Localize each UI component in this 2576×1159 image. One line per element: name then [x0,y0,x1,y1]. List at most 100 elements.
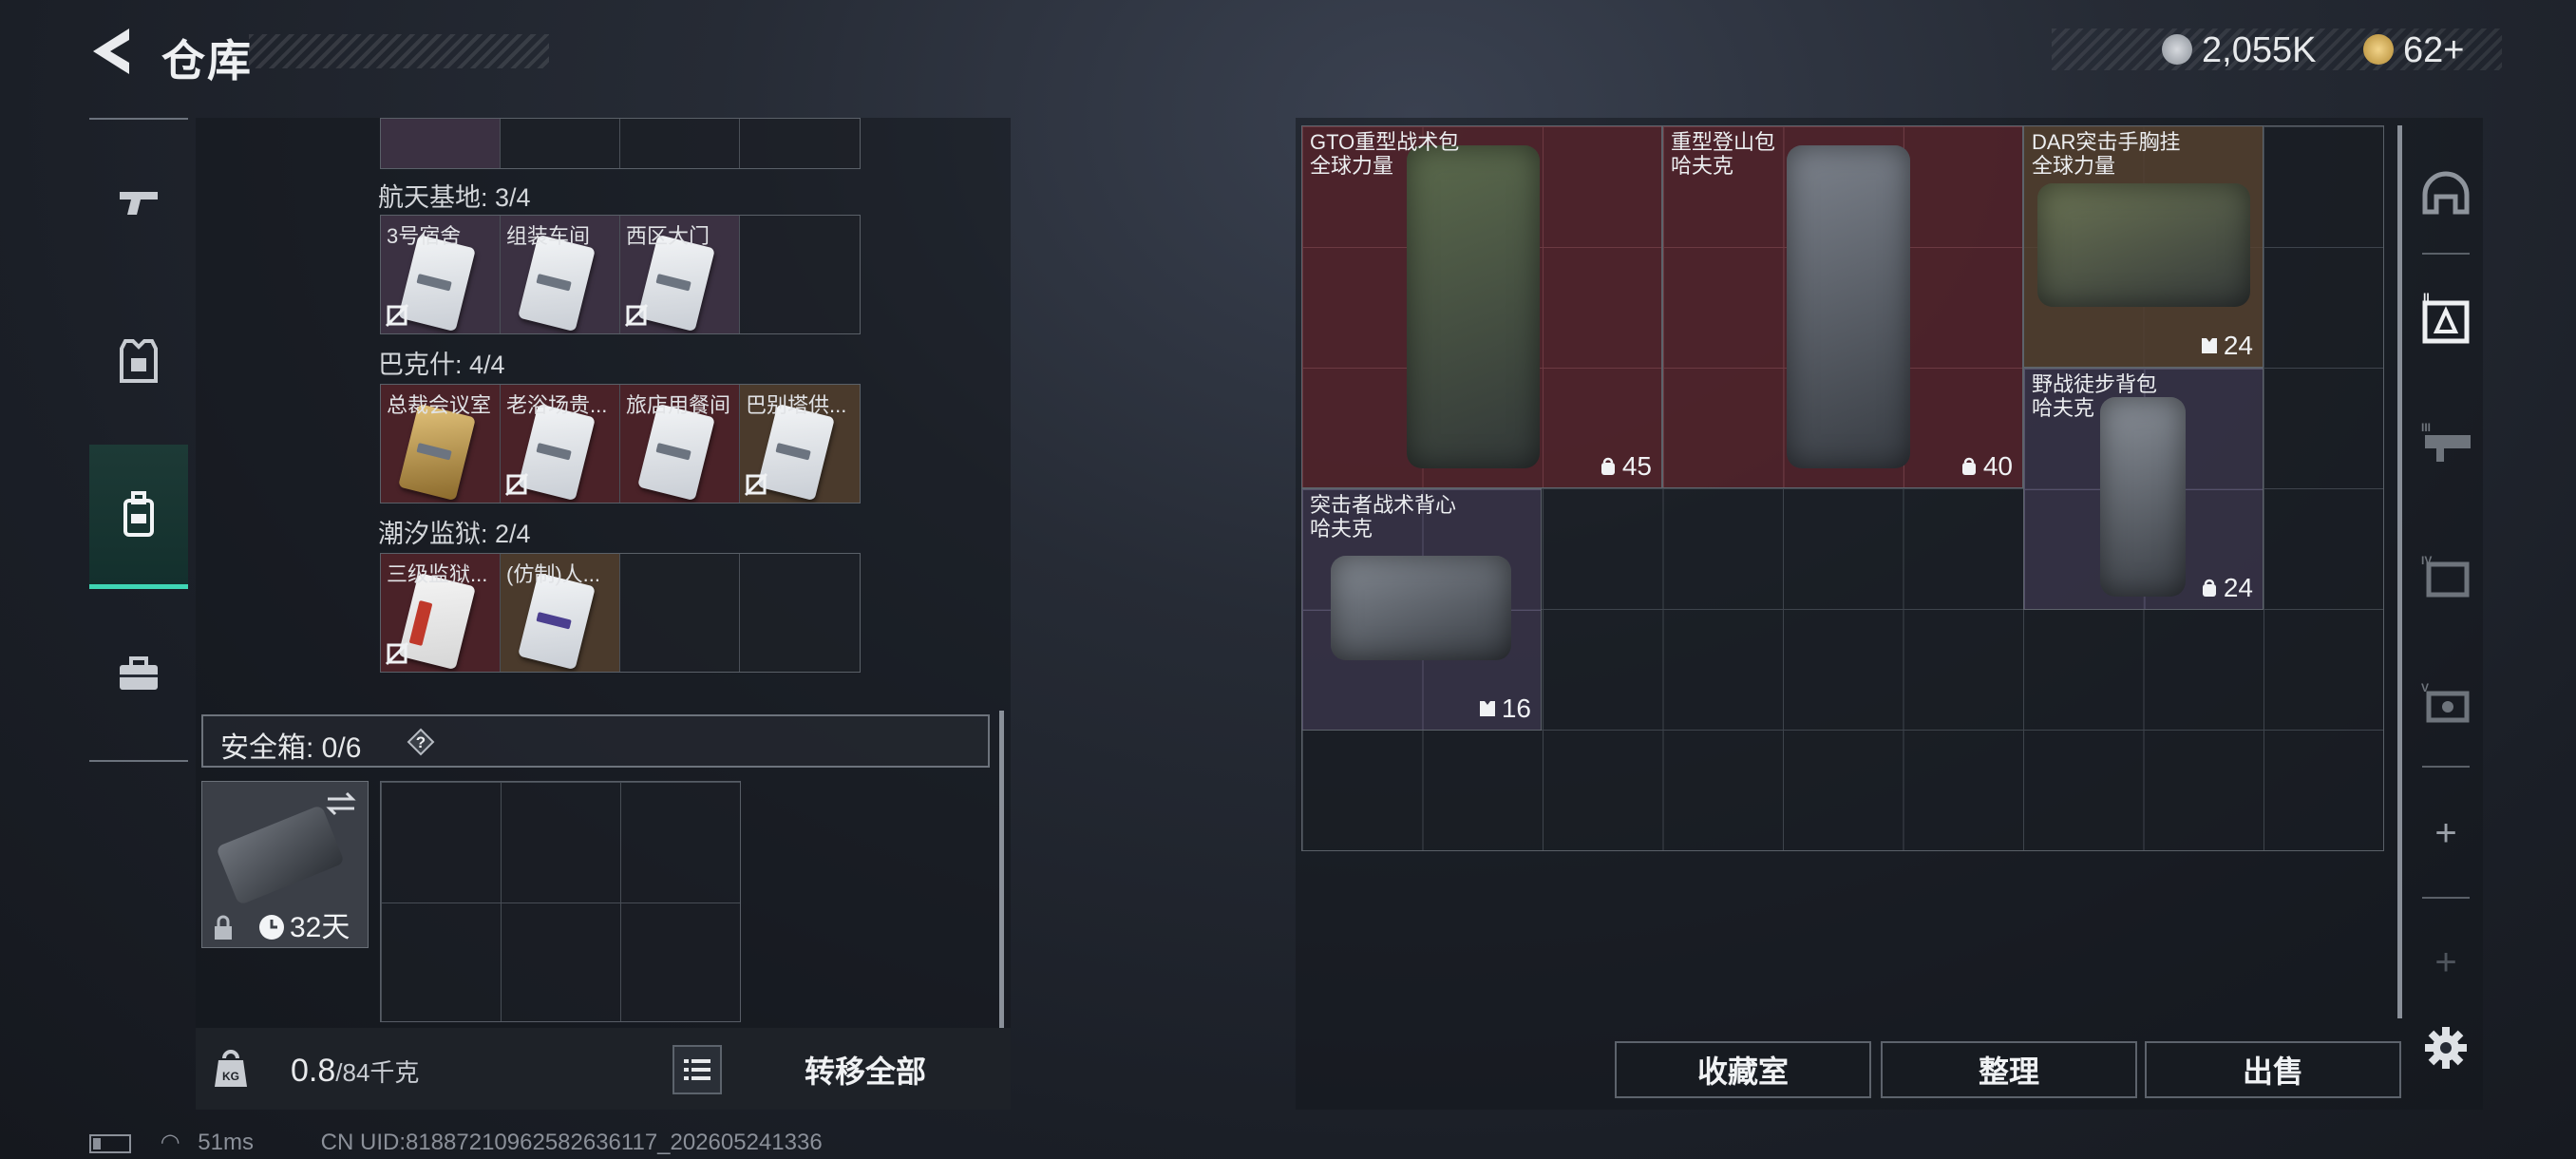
sort-button[interactable]: 整理 [1881,1041,2137,1098]
no-signal-icon [504,472,529,497]
storage-tab-1[interactable] [2413,142,2479,247]
silver-currency-value: 2,055K [2202,30,2317,70]
key-card-label: 老浴场贵... [506,393,608,417]
item-image [1407,145,1540,468]
item-capacity: 24 [2199,331,2253,361]
item-name: 野战徒步背包 哈夫克 [2032,372,2157,420]
item-name: GTO重型战术包 全球力量 [1310,130,1459,178]
capacity-icon [1961,457,1976,475]
currency-bar: 2,055K 62+ [2052,28,2502,70]
storage-tab-2[interactable]: II [2413,266,2479,370]
key-slot-empty[interactable] [740,216,860,333]
item-title: DAR突击手胸挂 [2032,130,2181,154]
gear-icon [2425,1027,2467,1069]
key-slot-empty[interactable] [620,554,740,672]
nav-armor[interactable] [89,289,188,433]
weight-max: /84千克 [335,1058,420,1087]
rnav-divider [2422,253,2470,255]
key-card-slot[interactable]: 西区大门 [620,216,740,333]
weight-current: 0.8 [291,1053,336,1089]
key-card-slot[interactable]: 巴别塔供... [740,385,860,503]
list-icon [684,1059,710,1080]
add-storage-button[interactable]: + [2413,781,2479,885]
storage-item[interactable]: GTO重型战术包 全球力量 45 [1301,125,1662,488]
back-arrow-icon[interactable] [87,25,135,78]
key-card-label: 巴别塔供... [746,393,847,417]
clock-icon [259,915,284,940]
key-card-slot[interactable]: 3号宿舍 [381,216,501,333]
safe-box-time: 32天 [290,912,350,943]
transfer-all-button[interactable]: 转移全部 [737,1036,994,1104]
collection-room-button[interactable]: 收藏室 [1615,1041,1871,1098]
storage-tab-3[interactable]: III [2413,390,2479,494]
capacity-value: 40 [1982,451,2013,481]
ping-value: 51ms [198,1130,254,1155]
helmet-icon [2422,171,2470,215]
key-card-slot[interactable]: 组装车间 [501,216,620,333]
storage-item[interactable]: 野战徒步背包 哈夫克 24 [2023,368,2263,610]
storage-tab-5[interactable]: V [2413,650,2479,754]
item-image [1331,556,1511,660]
item-image [2037,183,2250,307]
key-card-label: 旅店用餐间 [626,393,731,417]
item-capacity: 16 [1477,694,1531,724]
swap-icon[interactable] [324,789,358,818]
svg-text:IV: IV [2421,554,2432,567]
lock-icon [215,915,232,940]
item-name: 突击者战术背心 哈夫克 [1310,493,1456,541]
key-card-label: 3号宿舍 [387,224,462,248]
svg-text:V: V [2421,681,2429,694]
help-mark: ? [416,733,426,751]
svg-text:KG: KG [222,1070,239,1083]
no-signal-icon [385,641,409,666]
sell-button[interactable]: 出售 [2145,1041,2401,1098]
key-card-slot[interactable]: 旅店用餐间 [620,385,740,503]
gold-currency-value[interactable]: 62+ [2403,30,2464,71]
nav-weapons[interactable] [89,131,188,276]
item-name: 重型登山包 哈夫克 [1671,130,1775,178]
key-slot[interactable] [501,119,620,168]
safe-box-grid[interactable] [380,781,741,1022]
backpack-icon [123,490,154,537]
storage-item[interactable]: 突击者战术背心 哈夫克 16 [1301,488,1542,731]
item-image [2100,397,2186,597]
key-slot[interactable] [620,119,740,168]
key-card-slot[interactable]: 老浴场贵... [501,385,620,503]
item-brand: 全球力量 [1310,154,1394,178]
weight-readout: 0.8/84千克 [291,1053,419,1090]
left-nav [89,118,188,764]
item-name: DAR突击手胸挂 全球力量 [2032,130,2180,178]
key-card-slot[interactable]: 三级监狱... [381,554,501,672]
nav-toolbox[interactable] [89,602,188,747]
key-card-slot[interactable]: 总裁会议室 [381,385,501,503]
armor-icon [120,339,158,383]
rnav-divider [2422,766,2470,768]
no-signal-icon [624,303,649,328]
weight-icon: KG [215,1050,247,1087]
help-icon[interactable]: ? [407,728,435,756]
capacity-value: 45 [1621,451,1652,481]
page-title: 仓库 [161,36,253,86]
storage-item[interactable]: 重型登山包 哈夫克 40 [1662,125,2023,488]
list-view-button[interactable] [672,1045,722,1094]
silver-coin-icon [2162,34,2192,65]
item-capacity: 24 [2199,573,2253,603]
capacity-value: 16 [1501,694,1531,723]
key-slot-empty[interactable] [740,554,860,672]
key-card-label: 三级监狱... [387,562,488,586]
safe-box-item[interactable]: 32天 [201,781,369,948]
vest-icon [2201,338,2217,353]
gun-icon [120,192,158,215]
storage-tab-4[interactable]: IV [2413,522,2479,627]
key-row: 3号宿舍 组装车间 西区大门 [380,215,861,334]
inventory-scrollbar[interactable] [999,711,1004,1030]
status-bar: ◠ 51ms CN UID:81887210962582636117_20260… [89,1129,823,1156]
storage-scrollbar[interactable] [2397,125,2402,1018]
nav-backpack[interactable] [89,445,188,589]
settings-button[interactable] [2413,996,2479,1100]
key-slot[interactable] [740,119,860,168]
key-card-slot[interactable]: (仿制)人... [501,554,620,672]
key-slot[interactable] [381,119,501,168]
storage-item[interactable]: DAR突击手胸挂 全球力量 24 [2023,125,2263,368]
item-brand: 全球力量 [2032,154,2116,178]
